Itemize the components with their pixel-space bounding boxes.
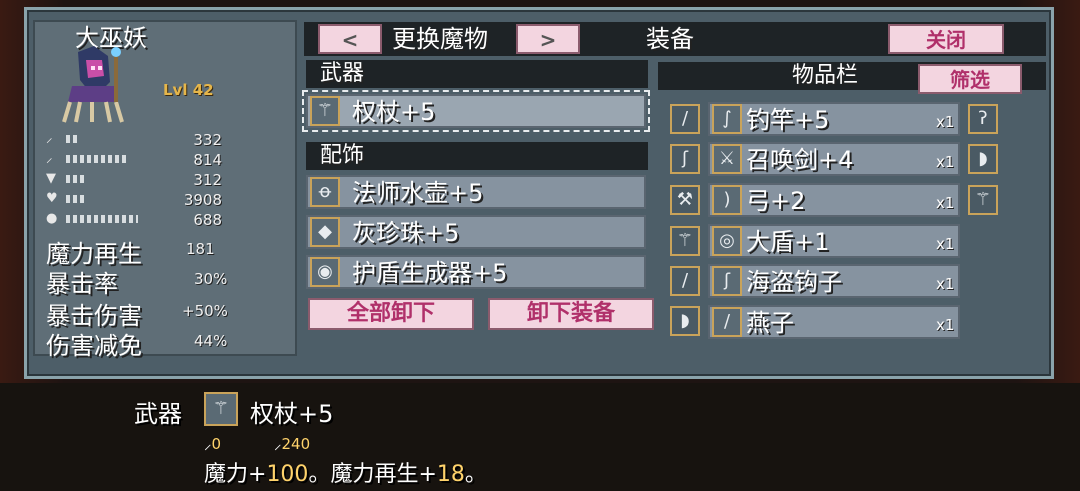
item-name: 弓+2: [746, 187, 806, 215]
weapon-header: 武器: [306, 60, 648, 88]
scepter-icon[interactable]: ⚚: [670, 226, 700, 256]
pearl-icon: ◆: [310, 217, 340, 247]
next-monster-button[interactable]: >: [516, 24, 580, 54]
detail-atk: ⸝0: [204, 435, 222, 453]
pirate-hook-icon[interactable]: ʃ: [670, 144, 700, 174]
accessory-header: 配饰: [306, 142, 648, 170]
unequip-button[interactable]: 卸下装备: [488, 298, 654, 330]
item-qty: x1: [936, 316, 955, 334]
stat-value: 814: [193, 151, 222, 169]
flask-icon: ꝋ: [310, 177, 340, 207]
stat-row: ⸝ 332: [46, 131, 222, 149]
item-name: 召唤剑+4: [746, 146, 854, 174]
accessory-name: 灰珍珠+5: [352, 219, 460, 247]
shield-generator-icon: ◉: [310, 257, 340, 287]
item-qty: x1: [936, 235, 955, 253]
inventory-item[interactable]: ◎ 大盾+1 x1: [708, 224, 960, 258]
detail-description: 魔力+100。魔力再生+18。: [204, 462, 487, 487]
stat-value-mana-regen: 181: [186, 240, 215, 258]
stat-bar: [66, 215, 138, 223]
accessory-name: 护盾生成器+5: [352, 259, 508, 287]
stat-value: 688: [193, 211, 222, 229]
unequip-all-button[interactable]: 全部卸下: [308, 298, 474, 330]
inventory-item[interactable]: ∫ 钓竿+5 x1: [708, 102, 960, 136]
item-name: 钓竿+5: [746, 106, 830, 134]
pirate-hook-icon: ʃ: [712, 266, 742, 296]
item-name: 大盾+1: [746, 228, 830, 256]
inventory-item[interactable]: ʃ 海盗钩子 x1: [708, 264, 960, 298]
item-qty: x1: [936, 153, 955, 171]
accessory-name: 法师水壶+5: [352, 179, 484, 207]
accessory-slot-3[interactable]: ◉ 护盾生成器+5: [306, 255, 646, 289]
summon-sword-icon: ⚔: [712, 144, 742, 174]
weapon-name: 权杖+5: [352, 98, 436, 126]
stat-row: ♥ 3908: [46, 191, 222, 209]
bow-icon: ): [712, 185, 742, 215]
close-button[interactable]: 关闭: [888, 24, 1004, 54]
detail-matk: ⸝240: [274, 435, 311, 453]
shield-icon: ▼: [46, 171, 56, 186]
inventory-item[interactable]: ⚔ 召唤剑+4 x1: [708, 142, 960, 176]
stat-value-crit-rate: 30%: [194, 270, 228, 288]
item-name: 燕子: [746, 309, 794, 337]
stat-value: 3908: [183, 191, 222, 209]
stat-label-damage-reduction: 伤害减免: [46, 332, 142, 360]
large-shield-icon: ◎: [712, 226, 742, 256]
inventory-header: 物品栏: [792, 63, 859, 88]
change-monster-label: 更换魔物: [392, 25, 488, 53]
staff-icon: ⸝: [274, 435, 282, 453]
potion-icon: ●: [46, 211, 58, 226]
lich-portrait: [62, 46, 124, 123]
inventory-item[interactable]: ) 弓+2 x1: [708, 183, 960, 217]
prev-monster-button[interactable]: <: [318, 24, 382, 54]
sword-icon[interactable]: /: [670, 266, 700, 296]
scythe-icon[interactable]: ʔ: [968, 104, 998, 134]
detail-category: 武器: [134, 400, 182, 428]
stat-row: ▼ 312: [46, 171, 222, 189]
stat-bar: [66, 155, 127, 163]
stat-value-crit-damage: +50%: [182, 302, 228, 320]
heart-icon: ♥: [46, 191, 58, 206]
stat-row: ⸝ 814: [46, 151, 222, 169]
inventory-item[interactable]: / 燕子 x1: [708, 305, 960, 339]
stat-bar: [66, 195, 86, 203]
equipment-title: 装备: [646, 25, 694, 53]
shield-icon[interactable]: ◗: [670, 306, 700, 336]
swallow-icon: /: [712, 307, 742, 337]
stat-row: ● 688: [46, 211, 222, 229]
stat-value: 332: [193, 131, 222, 149]
sword-icon: ⸝: [204, 435, 212, 453]
stat-label-crit-rate: 暴击率: [46, 270, 118, 298]
hammer-icon[interactable]: ⚒: [670, 185, 700, 215]
scepter-icon[interactable]: ⚚: [968, 185, 998, 215]
scepter-icon: ⚚: [204, 392, 238, 426]
accessory-slot-1[interactable]: ꝋ 法师水壶+5: [306, 175, 646, 209]
filter-button[interactable]: 筛选: [918, 64, 1022, 94]
scepter-icon: ⚚: [310, 96, 340, 126]
stat-bar: [66, 135, 77, 143]
shield-icon[interactable]: ◗: [968, 144, 998, 174]
weapon-slot[interactable]: ⚚ 权杖+5: [302, 90, 650, 132]
fishing-rod-icon[interactable]: /: [670, 104, 700, 134]
item-name: 海盗钩子: [746, 268, 842, 296]
character-level: Lvl 42: [163, 81, 214, 99]
detail-item-name: 权杖+5: [250, 400, 334, 428]
sword-icon: ⸝: [46, 131, 53, 146]
item-qty: x1: [936, 194, 955, 212]
stat-value-damage-reduction: 44%: [194, 332, 228, 350]
fishing-rod-icon: ∫: [712, 104, 742, 134]
accessory-slot-2[interactable]: ◆ 灰珍珠+5: [306, 215, 646, 249]
stat-bar: [66, 175, 86, 183]
item-qty: x1: [936, 113, 955, 131]
stat-value: 312: [193, 171, 222, 189]
staff-icon: ⸝: [46, 151, 53, 166]
item-qty: x1: [936, 275, 955, 293]
